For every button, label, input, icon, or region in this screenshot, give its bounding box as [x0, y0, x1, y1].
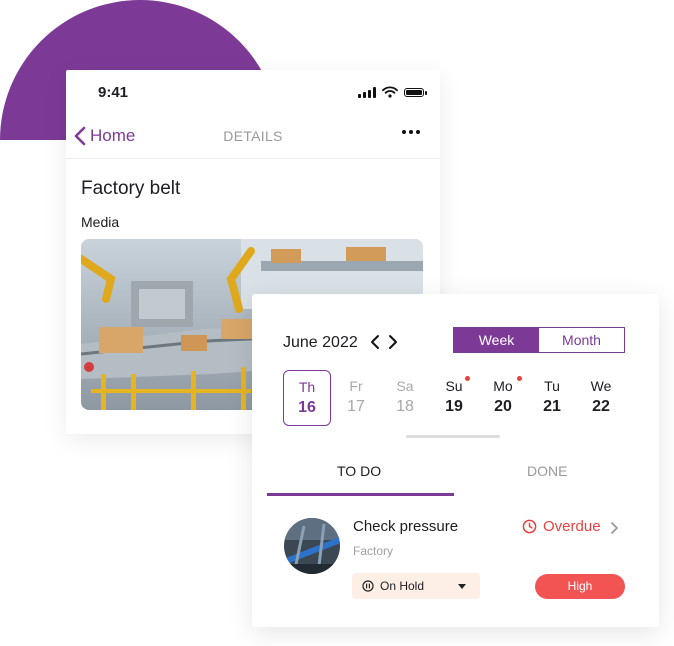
day-18[interactable]: Sa 18: [381, 370, 429, 426]
tab-todo[interactable]: TO DO: [337, 463, 381, 479]
active-tab-indicator: [267, 493, 454, 496]
caret-down-icon: [458, 583, 466, 589]
status-time: 9:41: [98, 84, 129, 101]
day-22[interactable]: We 22: [577, 370, 625, 426]
chevron-right-icon[interactable]: [388, 334, 398, 350]
media-label: Media: [81, 214, 120, 230]
day-date: 21: [543, 398, 561, 415]
day-date: 17: [347, 398, 365, 415]
nav-bar: Home DETAILS: [66, 120, 440, 159]
day-date: 16: [298, 399, 316, 416]
task-location: Factory: [353, 544, 394, 558]
page-title: DETAILS: [223, 128, 283, 144]
task-thumbnail: [284, 518, 340, 574]
view-toggle: Week Month: [453, 327, 625, 353]
day-17[interactable]: Fr 17: [332, 370, 380, 426]
week-day-strip: Th 16 Fr 17 Sa 18 Su 19 Mo 20 Tu 21 We 2…: [283, 370, 633, 428]
chevron-right-icon[interactable]: [610, 521, 619, 535]
day-name: Sa: [396, 378, 414, 394]
day-name: Fr: [349, 378, 363, 394]
tab-done[interactable]: DONE: [527, 463, 567, 479]
wifi-icon: [382, 86, 398, 98]
day-name: We: [590, 378, 612, 394]
day-date: 19: [445, 398, 463, 415]
day-date: 20: [494, 398, 512, 415]
day-date: 18: [396, 398, 414, 415]
day-21[interactable]: Tu 21: [528, 370, 576, 426]
state-dropdown[interactable]: On Hold: [352, 573, 480, 599]
event-dot: [465, 376, 470, 381]
day-19[interactable]: Su 19: [430, 370, 478, 426]
signal-icon: [358, 86, 376, 98]
status-icons: [358, 86, 427, 98]
day-name: Th: [298, 379, 316, 395]
item-title: Factory belt: [81, 178, 181, 199]
clock-icon: [522, 519, 537, 534]
day-20[interactable]: Mo 20: [479, 370, 527, 426]
task-title[interactable]: Check pressure: [353, 518, 458, 535]
pause-icon: [362, 580, 374, 592]
task-tabs: TO DO DONE: [267, 457, 641, 497]
week-toggle-button[interactable]: Week: [454, 328, 539, 352]
overdue-status: Overdue: [522, 518, 601, 535]
month-label: June 2022: [283, 334, 358, 351]
battery-icon: [404, 87, 427, 97]
scroll-indicator[interactable]: [406, 435, 500, 438]
day-name: Tu: [544, 378, 560, 394]
status-bar: 9:41: [66, 70, 440, 116]
month-arrows: [370, 334, 398, 350]
state-label: On Hold: [380, 579, 425, 593]
day-name: Su: [445, 378, 463, 394]
day-date: 22: [592, 398, 610, 415]
status-label: Overdue: [543, 518, 601, 535]
month-toggle-button[interactable]: Month: [539, 328, 624, 352]
event-dot: [517, 376, 522, 381]
day-16[interactable]: Th 16: [283, 370, 331, 426]
priority-badge[interactable]: High: [535, 574, 625, 599]
calendar-card: June 2022 Week Month Th 16 Fr 17 Sa 18 S…: [252, 294, 659, 627]
chevron-left-icon[interactable]: [370, 334, 380, 350]
more-icon[interactable]: [402, 130, 420, 134]
